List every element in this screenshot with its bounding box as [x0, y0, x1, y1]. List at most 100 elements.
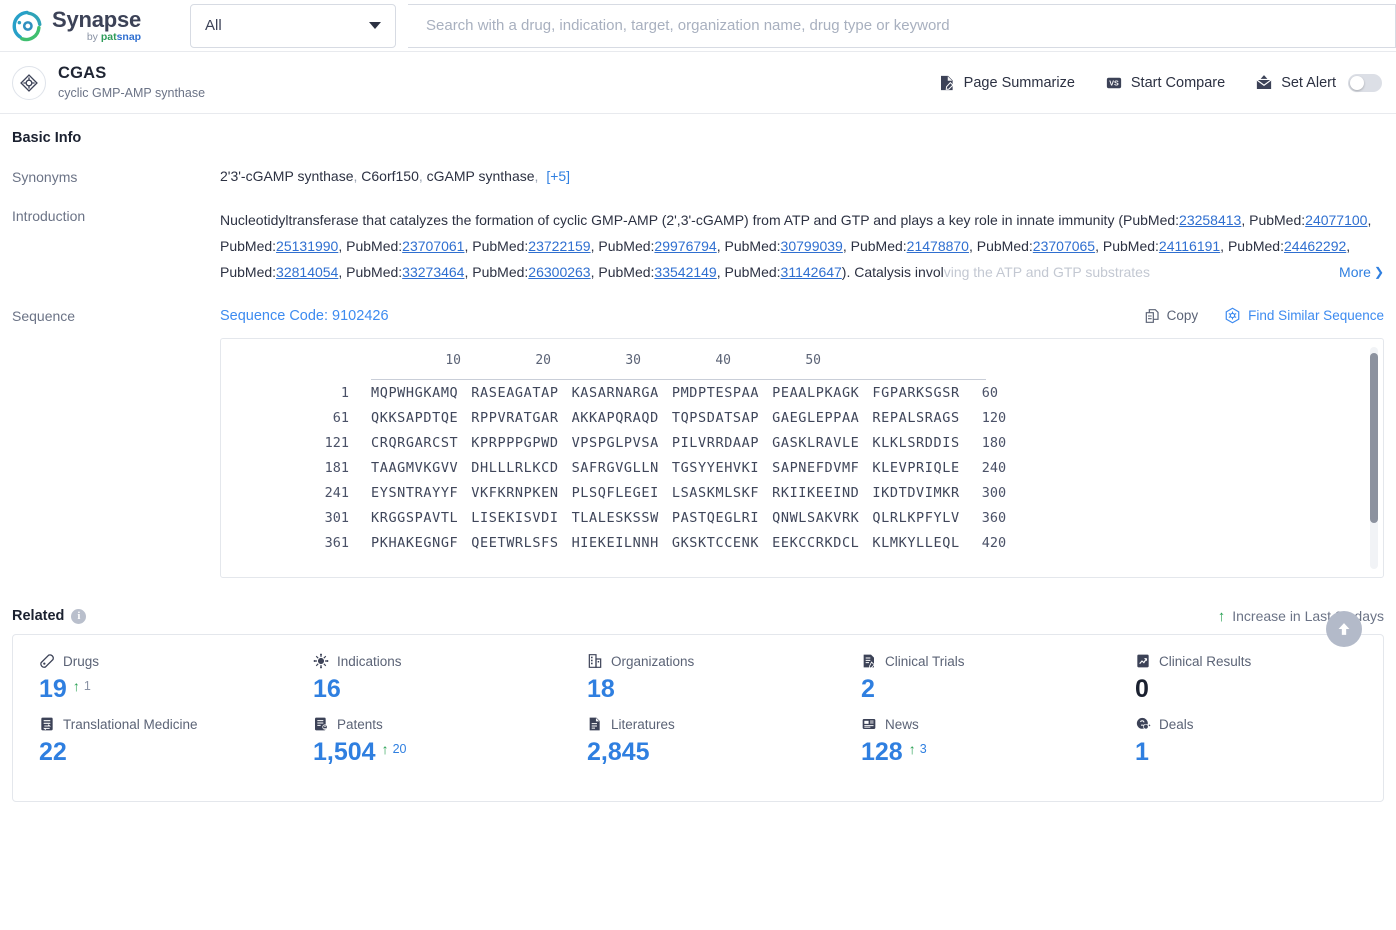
pubmed-link[interactable]: 23722159 [528, 238, 590, 254]
related-heading: Related i ↑ Increase in Last 30 days [12, 608, 1384, 624]
sequence-line: 301 KRGGSPAVTL LISEKISVDI TLALESKSSW PASTQEG… [221, 505, 1383, 530]
stat-delta-value: 3 [919, 742, 927, 756]
sequence-scrollbar-thumb[interactable] [1370, 353, 1378, 523]
sequence-chunk: KLEVPRIQLE [872, 459, 960, 476]
pubmed-link[interactable]: 23707061 [402, 238, 464, 254]
app-logo[interactable]: Synapse by patsnap [10, 8, 190, 43]
clinical-result-icon [1137, 654, 1149, 668]
related-stat-tile[interactable]: Indications 16 [287, 653, 561, 702]
stat-count[interactable]: 2,845 [587, 740, 650, 765]
sequence-chunk: EEKCCRKDCL [772, 534, 860, 551]
synonyms-expand-link[interactable]: [+5] [546, 168, 570, 184]
pubmed-link[interactable]: 30799039 [781, 238, 843, 254]
page-summarize-label: Page Summarize [963, 74, 1075, 91]
copy-icon [1145, 308, 1159, 323]
entity-subtitle: cyclic GMP-AMP synthase [58, 86, 206, 101]
synonym-item: cGAMP synthase [426, 168, 535, 184]
search-field-wrapper[interactable] [408, 3, 1396, 48]
logo-tagline: by patsnap [86, 30, 142, 43]
sequence-end-index: 60 [981, 384, 998, 401]
pubmed-link[interactable]: 32814054 [276, 264, 338, 280]
pubmed-link[interactable]: 24462292 [1284, 238, 1346, 254]
set-alert-toggle[interactable] [1348, 73, 1382, 92]
page-summarize-button[interactable]: Page Summarize [938, 74, 1075, 92]
pubmed-link[interactable]: 24077100 [1305, 212, 1367, 228]
sequence-content: 10 20 30 40 50 1 MQPWHGKAMQ RASEAGATAP KASARNAR… [221, 339, 1383, 555]
sequence-chunk: KPRPPPGPWD [471, 434, 559, 451]
related-stat-tile[interactable]: Translational Medicine 22 [13, 716, 287, 765]
vs-badge-icon: VS [1106, 77, 1122, 88]
pubmed-link[interactable]: 33542149 [654, 264, 716, 280]
scroll-to-top-button[interactable] [1326, 611, 1362, 647]
sequence-viewer[interactable]: 10 20 30 40 50 1 MQPWHGKAMQ RASEAGATAP KASARNAR… [220, 338, 1384, 578]
find-similar-label: Find Similar Sequence [1248, 308, 1384, 323]
related-stat-tile[interactable]: Clinical Results 0 [1109, 653, 1383, 702]
synonym-item: C6orf150 [361, 168, 419, 184]
related-stat-tile[interactable]: Deals 1 [1109, 716, 1383, 765]
related-stat-tile[interactable]: Drugs 19 ↑ 1 [13, 653, 287, 702]
stat-value-row: 2 [861, 677, 1109, 702]
sequence-end-index: 240 [981, 459, 1007, 476]
virus-icon [313, 653, 329, 669]
news-icon [862, 719, 876, 729]
sequence-chunk: TAAGMVKGVV [371, 459, 459, 476]
related-stat-tile[interactable]: Patents 1,504 ↑ 20 [287, 716, 561, 765]
sequence-chunk: DHLLLRLKCD [471, 459, 559, 476]
pubmed-link[interactable]: 33273464 [402, 264, 464, 280]
sequence-chunk: AKKAPQRAQD [571, 409, 659, 426]
related-stat-tile[interactable]: Literatures 2,845 [561, 716, 835, 765]
sequence-start-index: 61 [332, 409, 349, 426]
sequence-chunk: SAPNEFDVMF [772, 459, 860, 476]
stat-count[interactable]: 1,504 [313, 740, 376, 765]
target-icon [12, 65, 46, 100]
pubmed-link[interactable]: 29976794 [654, 238, 716, 254]
related-stat-tile[interactable]: Clinical Trials 2 [835, 653, 1109, 702]
pubmed-link[interactable]: 26300263 [528, 264, 590, 280]
pubmed-link[interactable]: 25131990 [276, 238, 338, 254]
set-alert-label: Set Alert [1281, 74, 1336, 91]
stat-count[interactable]: 128 [861, 740, 903, 765]
entity-header: CGAS cyclic GMP-AMP synthase Page Summar… [0, 52, 1396, 114]
pubmed-link[interactable]: 23707065 [1033, 238, 1095, 254]
toggle-knob [1350, 75, 1364, 90]
stat-value-row: 1,504 ↑ 20 [313, 740, 561, 765]
sequence-scrollbar[interactable] [1370, 347, 1378, 569]
sequence-chunk: KLKLSRDDIS [872, 434, 960, 451]
sequence-code-link[interactable]: Sequence Code: 9102426 [220, 308, 389, 324]
related-stat-tile[interactable]: Organizations 18 [561, 653, 835, 702]
page-content: Basic Info Synonyms 2'3'-cGAMP synthase,… [0, 130, 1396, 802]
start-compare-button[interactable]: VS Start Compare [1105, 74, 1225, 92]
stat-count[interactable]: 1 [1135, 740, 1149, 765]
copy-sequence-button[interactable]: Copy [1144, 308, 1198, 324]
pubmed-link[interactable]: 23258413 [1179, 212, 1241, 228]
stat-count[interactable]: 18 [587, 677, 615, 702]
sequence-ruler-tick: 50 [805, 353, 821, 368]
sequence-line: 181 TAAGMVKGVV DHLLLRLKCD SAFRGVGLLN TGSYYEH… [221, 455, 1383, 480]
stat-count[interactable]: 19 [39, 677, 67, 702]
search-scope-select[interactable]: All [190, 3, 396, 48]
synonyms-row: Synonyms 2'3'-cGAMP synthase, C6orf150, … [12, 168, 1384, 185]
stat-delta: ↑ 1 [73, 677, 91, 694]
related-legend-label: Increase in Last 30 days [1232, 608, 1384, 624]
related-stat-tile[interactable]: News 128 ↑ 3 [835, 716, 1109, 765]
stat-count[interactable]: 2 [861, 677, 875, 702]
sequence-chunk: RKIIKEEIND [772, 484, 860, 501]
pubmed-link[interactable]: 31142647 [781, 264, 842, 280]
search-input[interactable] [424, 4, 1379, 47]
pubmed-link[interactable]: 21478870 [907, 238, 969, 254]
deals-icon [1136, 717, 1151, 730]
sequence-end-index: 300 [981, 484, 1007, 501]
info-icon[interactable]: i [71, 608, 87, 624]
sequence-chunk: CRQRGARCST [371, 434, 459, 451]
sequence-line: 61 QKKSAPDTQE RPPVRATGAR AKKAPQRAQD TQPSDATS… [221, 405, 1383, 430]
stat-count[interactable]: 22 [39, 740, 67, 765]
pubmed-link[interactable]: 24116191 [1159, 238, 1220, 254]
set-alert-control[interactable]: Set Alert [1255, 73, 1382, 92]
stat-count[interactable]: 16 [313, 677, 341, 702]
sequence-chunk: PKHAKEGNGF [371, 534, 459, 551]
find-similar-sequence-button[interactable]: Find Similar Sequence [1224, 307, 1384, 324]
stat-header: Drugs [39, 653, 287, 669]
alert-envelope-icon [1256, 74, 1272, 89]
introduction-more-button[interactable]: More ❯ [1335, 259, 1384, 285]
sequence-ruler: 10 20 30 40 50 [221, 353, 1383, 379]
